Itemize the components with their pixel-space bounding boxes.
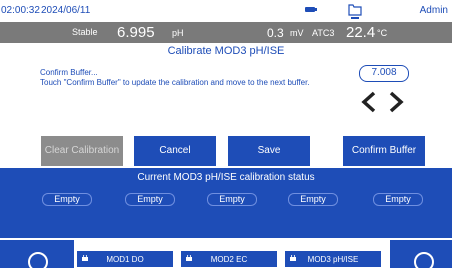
buffer-value-field[interactable]: 7.008	[359, 65, 409, 82]
tab-label: MOD2 EC	[210, 255, 248, 264]
tab-label: MOD3 pH/ISE	[307, 255, 359, 264]
next-buffer-icon[interactable]	[387, 90, 405, 114]
atc-label: ATC3	[312, 28, 335, 38]
user-name[interactable]: Admin	[420, 5, 448, 16]
tab-mod2[interactable]: MOD2 EC	[180, 250, 278, 268]
mv-reading: 0.3	[267, 26, 284, 40]
calibration-slot: Empty	[373, 193, 423, 206]
tab-mod3[interactable]: MOD3 pH/ISE	[284, 250, 382, 268]
battery-icon	[305, 7, 317, 12]
clock-time: 02:00:32	[1, 5, 40, 16]
tab-label: MOD1 DO	[106, 255, 144, 264]
dialog-title: Calibrate MOD3 pH/ISE	[167, 45, 285, 57]
temperature-reading: 22.4	[346, 24, 376, 41]
previous-buffer-icon[interactable]	[360, 90, 378, 114]
menu-icon	[414, 252, 434, 268]
instruction-text: Touch "Confirm Buffer" to update the cal…	[40, 78, 310, 87]
ph-reading: 6.995	[117, 24, 155, 41]
calibration-slot: Empty	[125, 193, 175, 206]
calibration-slot: Empty	[42, 193, 92, 206]
calibration-status-title: Current MOD3 pH/ISE calibration status	[137, 172, 315, 183]
mv-unit: mV	[290, 28, 304, 38]
instructions: Confirm Buffer... Touch "Confirm Buffer"…	[40, 68, 340, 88]
instruction-heading: Confirm Buffer...	[40, 68, 98, 77]
cancel-button[interactable]: Cancel	[134, 136, 216, 166]
status-bar: 02:00:32 2024/06/11 Admin	[0, 0, 452, 22]
home-icon	[28, 252, 48, 268]
clock-date: 2024/06/11	[41, 5, 91, 16]
tab-mod1[interactable]: MOD1 DO	[76, 250, 174, 268]
ph-unit: pH	[172, 28, 184, 38]
calibration-slot: Empty	[207, 193, 257, 206]
save-button[interactable]: Save	[228, 136, 310, 166]
home-button[interactable]	[0, 240, 74, 268]
temperature-unit: °C	[377, 28, 388, 38]
clear-calibration-button[interactable]: Clear Calibration	[41, 136, 123, 166]
menu-button[interactable]	[390, 240, 452, 268]
calibration-slot: Empty	[288, 193, 338, 206]
reading-bar: Stable 6.995 pH 0.3 mV ATC3 22.4 °C	[0, 22, 452, 43]
stability-indicator: Stable	[72, 27, 98, 37]
confirm-buffer-button[interactable]: Confirm Buffer	[343, 136, 425, 166]
folder-icon[interactable]	[348, 2, 362, 20]
